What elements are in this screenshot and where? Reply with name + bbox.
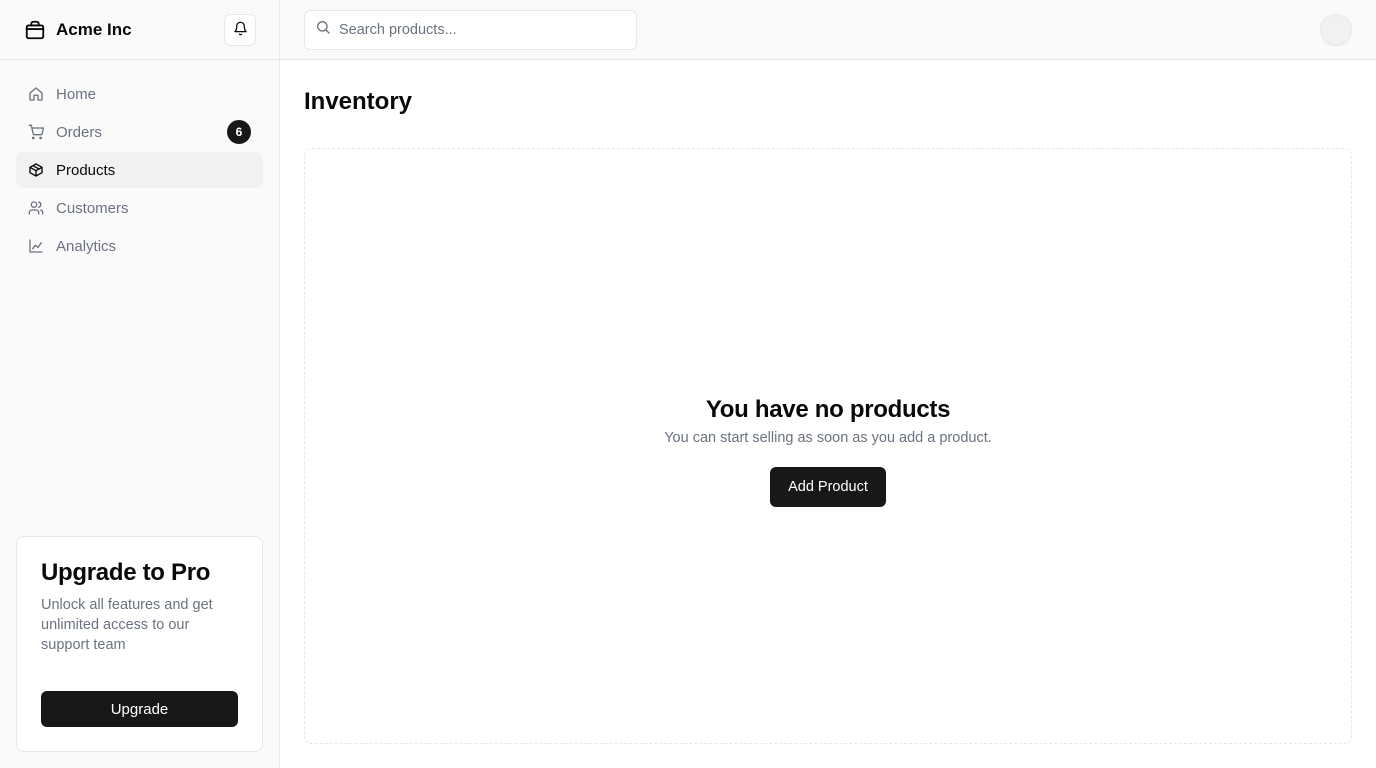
sidebar: Acme Inc Home Orders 6 Products Customer… bbox=[0, 0, 280, 768]
empty-state-title: You have no products bbox=[705, 395, 951, 423]
sidebar-item-orders[interactable]: Orders 6 bbox=[16, 114, 263, 150]
sidebar-item-label: Analytics bbox=[56, 237, 117, 255]
add-product-button[interactable]: Add Product bbox=[770, 466, 886, 507]
upgrade-card: Upgrade to Pro Unlock all features and g… bbox=[16, 536, 263, 752]
search-box[interactable] bbox=[304, 9, 637, 50]
sidebar-item-customers[interactable]: Customers bbox=[16, 190, 263, 226]
content: Inventory You have no products You can s… bbox=[280, 60, 1376, 768]
sidebar-item-analytics[interactable]: Analytics bbox=[16, 228, 263, 264]
users-icon bbox=[28, 200, 44, 216]
search-icon bbox=[315, 19, 331, 40]
upgrade-title: Upgrade to Pro bbox=[41, 559, 211, 586]
upgrade-description: Unlock all features and get unlimited ac… bbox=[41, 597, 213, 653]
bell-icon bbox=[233, 21, 248, 39]
empty-state: You have no products You can start selli… bbox=[304, 148, 1352, 744]
sidebar-item-label: Products bbox=[56, 161, 116, 179]
empty-state-description: You can start selling as soon as you add… bbox=[664, 429, 992, 446]
brand-name: Acme Inc bbox=[56, 19, 132, 39]
orders-count-badge: 6 bbox=[227, 120, 251, 144]
main-area: Inventory You have no products You can s… bbox=[280, 0, 1376, 768]
sidebar-nav: Home Orders 6 Products Customers Analyti… bbox=[0, 60, 279, 264]
brand-link[interactable]: Acme Inc bbox=[24, 19, 132, 41]
sidebar-header: Acme Inc bbox=[0, 0, 279, 60]
sidebar-item-label: Home bbox=[56, 85, 97, 103]
cart-icon bbox=[28, 124, 44, 140]
notifications-button[interactable] bbox=[224, 13, 256, 46]
sidebar-item-products[interactable]: Products bbox=[16, 152, 263, 188]
search-input[interactable] bbox=[339, 21, 626, 38]
page-title: Inventory bbox=[304, 88, 413, 115]
box-icon bbox=[28, 162, 44, 178]
app: Acme Inc Home Orders 6 Products Customer… bbox=[0, 0, 1376, 768]
avatar[interactable] bbox=[1320, 13, 1352, 46]
chart-line-icon bbox=[28, 238, 44, 254]
sidebar-item-label: Customers bbox=[56, 199, 129, 217]
topbar bbox=[280, 0, 1376, 60]
home-icon bbox=[28, 86, 44, 102]
package-icon bbox=[24, 19, 46, 41]
sidebar-item-home[interactable]: Home bbox=[16, 76, 263, 112]
upgrade-button[interactable]: Upgrade bbox=[41, 691, 238, 727]
sidebar-item-label: Orders bbox=[56, 123, 102, 141]
